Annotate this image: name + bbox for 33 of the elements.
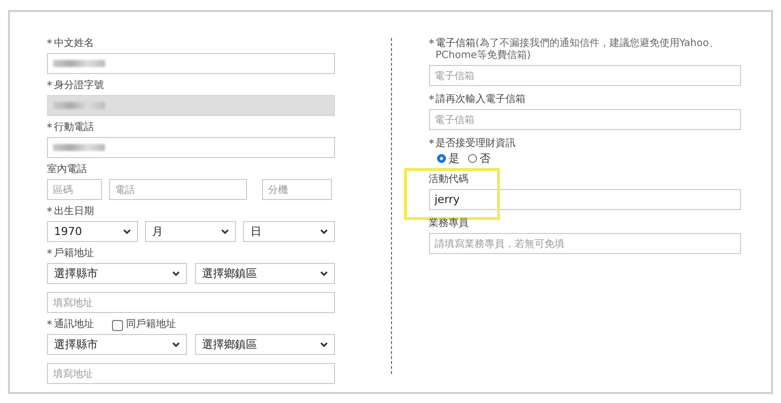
field-label: 出生日期: [54, 206, 94, 218]
dropdown[interactable]: 月: [145, 221, 236, 242]
radio-option[interactable]: 否: [468, 151, 490, 166]
text-field[interactable]: [47, 53, 334, 74]
text-field[interactable]: jerry: [428, 189, 741, 210]
radio-option[interactable]: 是: [436, 151, 460, 166]
chevron-down-icon: [320, 228, 328, 234]
field-label: 通訊地址: [54, 319, 94, 331]
dropdown[interactable]: 選擇鄉鎮區: [194, 263, 334, 284]
field-label: 請再次輸入電子信箱: [436, 94, 526, 106]
chevron-down-icon: [123, 228, 132, 234]
dropdown[interactable]: 選擇鄉鎮區: [194, 334, 334, 355]
field-label: 戶籍地址: [54, 248, 94, 260]
chevron-down-icon: [172, 270, 180, 276]
checkbox-label: 同戶籍地址: [126, 319, 176, 331]
field-label: 業務專員: [428, 218, 468, 230]
field-label: 身分證字號: [54, 80, 104, 92]
field-label: 行動電話: [54, 122, 94, 134]
field-label: 電子信箱(為了不漏接我們的通知信件，建議您避免使用Yahoo、PChome等免費信箱): [436, 38, 720, 62]
field-label: 活動代碼: [428, 174, 468, 186]
checkbox[interactable]: [112, 320, 123, 330]
dropdown[interactable]: 日: [243, 221, 335, 242]
dropdown[interactable]: 選擇縣市: [47, 334, 187, 355]
dropdown[interactable]: 選擇縣市: [47, 263, 187, 284]
chevron-down-icon: [320, 270, 328, 276]
chevron-down-icon: [221, 228, 230, 234]
chevron-down-icon: [320, 342, 328, 348]
field-label: 中文姓名: [54, 38, 94, 50]
field-label: 是否接受理財資訊: [436, 138, 516, 150]
text-field[interactable]: [47, 137, 334, 158]
chevron-down-icon: [172, 342, 180, 348]
field-label: 室內電話: [47, 164, 87, 176]
dropdown[interactable]: 1970: [47, 221, 138, 242]
